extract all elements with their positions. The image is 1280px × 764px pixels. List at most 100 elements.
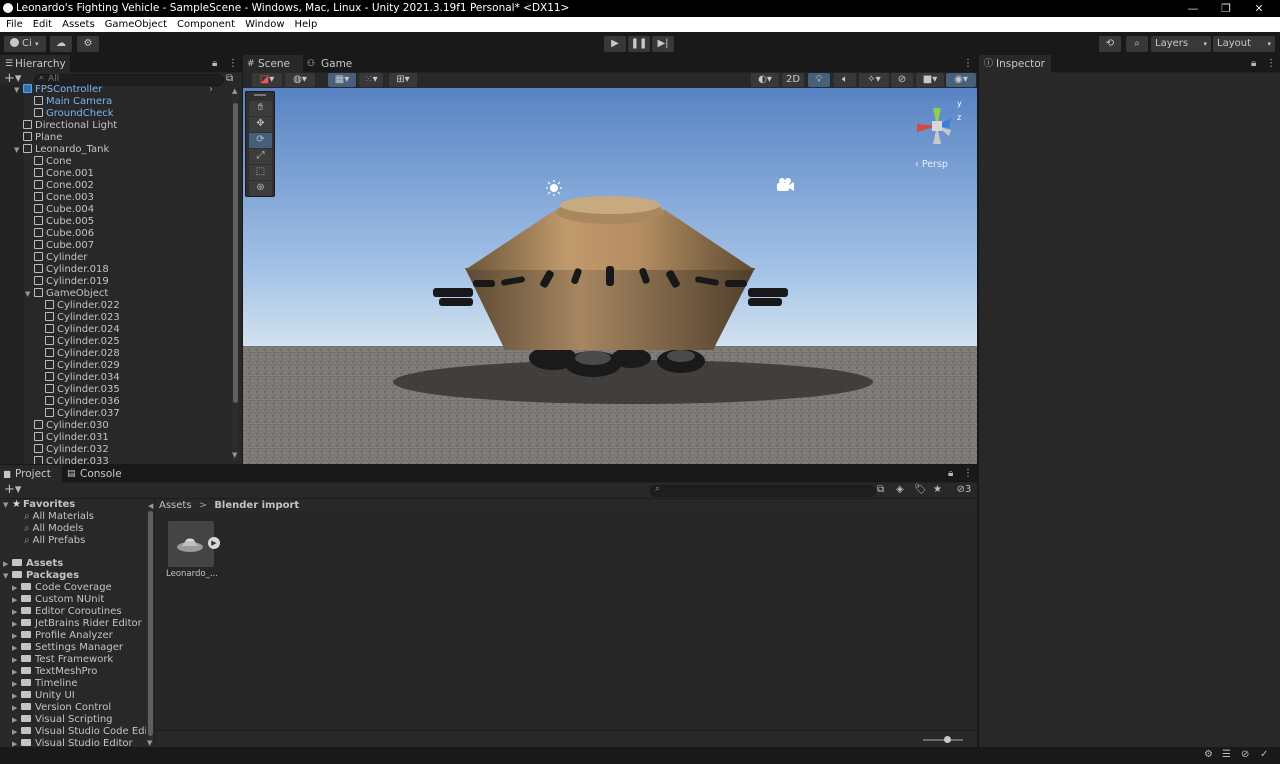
- hierarchy-item[interactable]: Cone: [25, 156, 72, 168]
- global-button[interactable]: ◍▾: [285, 73, 315, 87]
- menu-file[interactable]: File: [6, 19, 23, 30]
- effects-button[interactable]: ✧▾: [859, 73, 889, 87]
- expand-arrow-icon[interactable]: ▼: [14, 84, 23, 96]
- progress-icon[interactable]: ✓: [1260, 748, 1268, 762]
- search-button[interactable]: ⌕: [1126, 36, 1148, 52]
- zoom-slider-track[interactable]: [923, 739, 963, 741]
- scroll-up-icon[interactable]: ▲: [232, 87, 237, 95]
- hierarchy-item[interactable]: ▼ Leonardo_Tank: [14, 144, 109, 156]
- package-folder[interactable]: ▶ Version Control: [12, 702, 146, 714]
- hierarchy-item[interactable]: Cylinder.024: [36, 324, 120, 336]
- package-folder[interactable]: ▶ Visual Studio Code Editor: [12, 726, 146, 738]
- hierarchy-item[interactable]: Cone.002: [25, 180, 94, 192]
- expand-arrow-icon[interactable]: ▶: [12, 666, 21, 678]
- menu-window[interactable]: Window: [245, 19, 284, 30]
- hierarchy-item[interactable]: Cylinder: [25, 252, 87, 264]
- tag-icon[interactable]: 🏷︎: [914, 483, 927, 497]
- hand-tool-button[interactable]: ✋︎: [249, 101, 272, 116]
- package-folder[interactable]: ▶ Unity UI: [12, 690, 146, 702]
- expand-arrow-icon[interactable]: ▼: [25, 288, 34, 300]
- favorite-item[interactable]: ⌕ All Materials: [24, 511, 94, 523]
- more-icon[interactable]: ⋮: [228, 57, 238, 71]
- hierarchy-item[interactable]: Cylinder.032: [25, 444, 109, 456]
- scroll-down-icon[interactable]: ▼: [147, 739, 152, 747]
- favorites-header[interactable]: ▼ ★ Favorites: [0, 499, 75, 511]
- rotate-tool-button[interactable]: ⟳: [249, 133, 272, 148]
- search-by-type-icon[interactable]: ⧉: [877, 483, 884, 497]
- project-tree-scrollbar[interactable]: ▼: [147, 509, 154, 747]
- package-folder[interactable]: ▶ JetBrains Rider Editor: [12, 618, 146, 630]
- cache-server-icon[interactable]: ⊘: [1241, 748, 1249, 762]
- hierarchy-item[interactable]: Cone.001: [25, 168, 94, 180]
- draw-mode-button[interactable]: ◪▾: [252, 73, 282, 87]
- maximize-button[interactable]: ❐: [1211, 0, 1241, 17]
- persp-label[interactable]: ‹ Persp: [915, 159, 948, 170]
- expand-arrow-icon[interactable]: ▼: [14, 144, 23, 156]
- play-button[interactable]: ▶: [604, 36, 626, 52]
- align-button[interactable]: ⊞▾: [389, 73, 417, 87]
- expand-arrow-icon[interactable]: ▶: [12, 654, 21, 666]
- expand-arrow-icon[interactable]: ▶: [12, 726, 21, 738]
- collab-button[interactable]: ⚙: [77, 36, 99, 52]
- camera-button[interactable]: ■▾: [916, 73, 944, 87]
- more-icon[interactable]: ⋮: [963, 467, 973, 481]
- hierarchy-scrollbar[interactable]: ▲ ▼: [232, 87, 239, 461]
- visibility-button[interactable]: ⊘: [891, 73, 913, 87]
- expand-asset-icon[interactable]: ▶: [208, 537, 220, 549]
- hierarchy-item[interactable]: Cube.007: [25, 240, 94, 252]
- lock-icon[interactable]: 🔒︎: [948, 467, 953, 481]
- lock-icon[interactable]: 🔒︎: [212, 57, 217, 71]
- menu-help[interactable]: Help: [295, 19, 318, 30]
- search-by-label-icon[interactable]: ◈: [896, 483, 904, 497]
- debug-mode-icon[interactable]: ⚙: [1204, 748, 1213, 762]
- step-button[interactable]: ▶|: [652, 36, 674, 52]
- create-button[interactable]: +▾: [4, 483, 21, 497]
- rect-tool-button[interactable]: ⬚: [249, 165, 272, 180]
- tab-project[interactable]: ▆ Project: [0, 465, 62, 483]
- prefab-open-icon[interactable]: ›: [209, 84, 213, 96]
- hierarchy-item[interactable]: GroundCheck: [25, 108, 114, 120]
- increment-snap-button[interactable]: ⁙▾: [359, 73, 383, 87]
- scene-viewport[interactable]: y z ‹ Persp ✋︎ ✥ ⟳ ⤢ ⬚ ⊛: [243, 88, 977, 464]
- collapse-icon[interactable]: ◀: [148, 499, 153, 513]
- expand-arrow-icon[interactable]: ▶: [12, 642, 21, 654]
- favorite-icon[interactable]: ★: [933, 483, 942, 497]
- hierarchy-item[interactable]: Cube.005: [25, 216, 94, 228]
- assets-folder[interactable]: ▶ Assets: [0, 558, 63, 570]
- hierarchy-item[interactable]: Cone.003: [25, 192, 94, 204]
- history-button[interactable]: ⟲: [1099, 36, 1121, 52]
- expand-arrow-icon[interactable]: ▶: [12, 582, 21, 594]
- hierarchy-item[interactable]: Plane: [14, 132, 62, 144]
- lighting-button[interactable]: 💡︎: [808, 73, 830, 87]
- hierarchy-item[interactable]: Cylinder.025: [36, 336, 120, 348]
- scale-tool-button[interactable]: ⤢: [249, 149, 272, 164]
- hierarchy-item[interactable]: Directional Light: [14, 120, 117, 132]
- hierarchy-scroll-thumb[interactable]: [233, 103, 238, 403]
- move-tool-button[interactable]: ✥: [249, 117, 272, 132]
- project-search[interactable]: ⌕: [650, 484, 876, 497]
- expand-arrow-icon[interactable]: ▶: [12, 606, 21, 618]
- hierarchy-item[interactable]: Cylinder.033: [25, 456, 109, 464]
- expand-arrow-icon[interactable]: ▶: [12, 630, 21, 642]
- hierarchy-item[interactable]: Cube.004: [25, 204, 94, 216]
- hidden-packages-button[interactable]: ⊘3: [953, 483, 975, 497]
- asset-thumbnail[interactable]: ▶: [168, 521, 220, 567]
- hierarchy-item[interactable]: Cylinder.030: [25, 420, 109, 432]
- tab-console[interactable]: ▤ Console: [62, 465, 126, 483]
- layout-dropdown[interactable]: Layout ▾: [1213, 36, 1275, 52]
- gizmos-button[interactable]: ◉▾: [946, 73, 976, 87]
- hierarchy-item[interactable]: Cylinder.036: [36, 396, 120, 408]
- hierarchy-item[interactable]: Cylinder.028: [36, 348, 120, 360]
- project-tree-scroll-thumb[interactable]: [148, 511, 153, 736]
- scroll-down-icon[interactable]: ▼: [232, 451, 237, 459]
- hierarchy-item[interactable]: Cylinder.037: [36, 408, 120, 420]
- expand-arrow-icon[interactable]: ▶: [12, 594, 21, 606]
- favorite-item[interactable]: ⌕ All Models: [24, 523, 83, 535]
- breadcrumb-root[interactable]: Assets: [159, 500, 192, 511]
- breadcrumb-current[interactable]: Blender import: [214, 500, 299, 511]
- lock-icon[interactable]: 🔒︎: [1251, 57, 1256, 71]
- favorite-item[interactable]: ⌕ All Prefabs: [24, 535, 85, 547]
- pause-button[interactable]: ❚❚: [628, 36, 650, 52]
- hierarchy-item[interactable]: Cylinder.019: [25, 276, 109, 288]
- hierarchy-item[interactable]: Cylinder.031: [25, 432, 109, 444]
